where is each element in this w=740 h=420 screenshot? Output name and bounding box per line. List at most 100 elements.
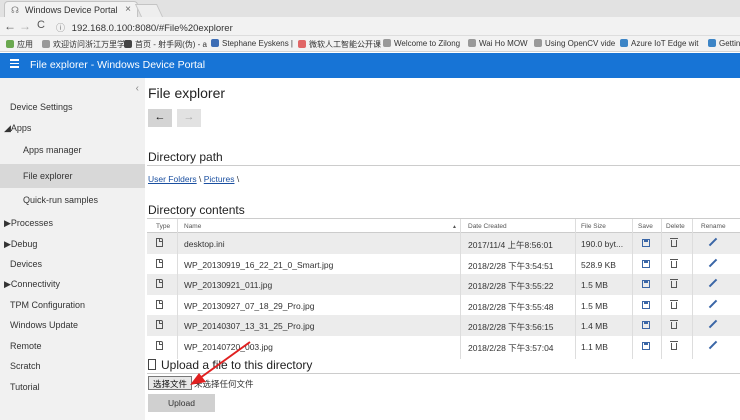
- sidebar-item-scratch[interactable]: Scratch: [0, 356, 145, 378]
- back-icon[interactable]: ←: [3, 19, 17, 33]
- delete-icon[interactable]: [670, 320, 678, 329]
- table-row[interactable]: WP_20140720_003.jpg 2018/2/28 下午3:57:04 1.…: [147, 336, 740, 357]
- save-icon[interactable]: [642, 300, 650, 309]
- address-bar: ← → C ⓘ 192.168.0.100:8080/#File%20explo…: [0, 17, 740, 36]
- page-favicon-icon: ☊: [11, 5, 19, 15]
- breadcrumb-separator: \: [234, 174, 240, 184]
- sidebar-item-processes[interactable]: ▶Processes: [0, 213, 145, 235]
- breadcrumb: User Folders \ Pictures \: [148, 174, 239, 184]
- nav-forward-button[interactable]: →: [177, 109, 201, 127]
- browser-tabstrip: ☊ Windows Device Portal ×: [0, 0, 740, 17]
- rename-pencil-icon[interactable]: [708, 258, 718, 268]
- sidebar-item-apps[interactable]: ◢Apps: [0, 118, 145, 140]
- file-date-created: 2018/2/28 下午3:55:48: [468, 301, 554, 312]
- bookmark-item[interactable]: 微软人工智能公开课: [298, 39, 381, 50]
- table-row[interactable]: desktop.ini 2017/11/4 上午8:56:01 190.0 byt.…: [147, 233, 740, 254]
- bookmark-item[interactable]: 应用: [6, 39, 33, 50]
- file-date-created: 2018/2/28 下午3:56:15: [468, 322, 554, 332]
- file-size: 1.4 MB: [581, 321, 608, 331]
- bookmark-label: Azure IoT Edge wit: [631, 39, 699, 48]
- bookmark-label: 欢迎访问浙江万里学: [53, 40, 125, 49]
- rename-pencil-icon[interactable]: [708, 319, 718, 329]
- file-name[interactable]: WP_20140720_003.jpg: [184, 342, 273, 352]
- sidebar-item-windows-update[interactable]: Windows Update: [0, 315, 145, 337]
- delete-icon[interactable]: [670, 279, 678, 288]
- bookmark-label: Welcome to Zilong: [394, 39, 461, 48]
- sidebar-item-apps-manager[interactable]: Apps manager: [0, 140, 145, 162]
- bookmark-favicon-icon: [620, 39, 628, 47]
- no-file-selected-text: 未选择任何文件: [194, 379, 254, 389]
- delete-icon[interactable]: [670, 238, 678, 247]
- column-header-date-created[interactable]: Date Created: [468, 223, 507, 230]
- sidebar-item-tutorial[interactable]: Tutorial: [0, 377, 145, 399]
- sidebar-item-remote[interactable]: Remote: [0, 336, 145, 358]
- table-row[interactable]: WP_20130927_07_18_29_Pro.jpg 2018/2/28 下午…: [147, 295, 740, 316]
- save-icon[interactable]: [642, 321, 650, 329]
- rename-pencil-icon[interactable]: [708, 237, 718, 247]
- table-row[interactable]: WP_20140307_13_31_25_Pro.jpg 2018/2/28 下午…: [147, 315, 740, 336]
- forward-icon[interactable]: →: [18, 19, 32, 33]
- sidebar-item-debug[interactable]: ▶Debug: [0, 234, 145, 256]
- save-icon[interactable]: [642, 280, 650, 288]
- file-icon: [156, 279, 163, 288]
- bookmark-favicon-icon: [468, 39, 476, 47]
- sidebar: ‹ Device Settings ◢Apps Apps manager Fil…: [0, 78, 145, 420]
- bookmark-label: Stephane Eyskens |: [222, 39, 294, 48]
- column-header-name[interactable]: Name: [184, 223, 201, 230]
- breadcrumb-pictures[interactable]: Pictures: [204, 174, 235, 184]
- table-row[interactable]: WP_20130921_011.jpg 2018/2/28 下午3:55:22 1.…: [147, 274, 740, 295]
- delete-icon[interactable]: [670, 340, 678, 350]
- save-icon[interactable]: [642, 341, 650, 350]
- bookmark-item[interactable]: Welcome to Zilong: [383, 39, 460, 48]
- collapse-sidebar-icon[interactable]: ‹: [136, 83, 139, 94]
- bookmark-item[interactable]: Using OpenCV vide: [534, 39, 615, 48]
- file-size: 1.5 MB: [581, 300, 608, 311]
- file-name[interactable]: WP_20130927_07_18_29_Pro.jpg: [184, 301, 314, 311]
- bookmark-item[interactable]: Getting: [708, 39, 740, 48]
- upload-heading: Upload a file to this directory: [148, 358, 312, 372]
- nav-back-button[interactable]: ←: [148, 109, 172, 127]
- url-input[interactable]: ⓘ 192.168.0.100:8080/#File%20explorer: [52, 19, 736, 34]
- sidebar-item-file-explorer[interactable]: File explorer: [0, 164, 145, 188]
- delete-icon[interactable]: [670, 258, 678, 268]
- file-name[interactable]: WP_20130921_011.jpg: [184, 280, 272, 290]
- sidebar-item-quick-run-samples[interactable]: Quick-run samples: [0, 190, 145, 212]
- choose-file-button[interactable]: 选择文件: [148, 376, 192, 390]
- delete-icon[interactable]: [670, 299, 678, 309]
- bookmark-item[interactable]: 欢迎访问浙江万里学: [42, 39, 125, 50]
- app-title: File explorer - Windows Device Portal: [30, 59, 206, 71]
- file-name[interactable]: WP_20140307_13_31_25_Pro.jpg: [184, 321, 314, 331]
- sidebar-item-devices[interactable]: Devices: [0, 254, 145, 276]
- column-divider: [632, 219, 633, 359]
- rename-pencil-icon[interactable]: [708, 278, 718, 288]
- bookmark-item[interactable]: Stephane Eyskens |: [211, 39, 293, 48]
- upload-button[interactable]: Upload: [148, 394, 215, 412]
- browser-tab[interactable]: ☊ Windows Device Portal ×: [4, 1, 138, 17]
- bookmark-item[interactable]: Wai Ho MOW: [468, 39, 528, 48]
- rename-pencil-icon[interactable]: [708, 299, 718, 309]
- rename-pencil-icon[interactable]: [708, 340, 718, 350]
- tab-close-icon[interactable]: ×: [125, 4, 131, 15]
- sidebar-item-device-settings[interactable]: Device Settings: [0, 97, 145, 119]
- save-icon[interactable]: [642, 239, 650, 247]
- reload-icon[interactable]: C: [34, 19, 48, 31]
- table-row[interactable]: WP_20130919_16_22_21_0_Smart.jpg 2018/2/2…: [147, 254, 740, 275]
- column-divider: [575, 219, 576, 359]
- page-title: File explorer: [148, 85, 226, 101]
- page-info-icon[interactable]: ⓘ: [56, 23, 65, 33]
- sidebar-item-tpm-configuration[interactable]: TPM Configuration: [0, 295, 145, 317]
- new-tab-button[interactable]: [134, 4, 164, 17]
- column-header-file-size[interactable]: File Size: [581, 223, 606, 230]
- breadcrumb-user-folders[interactable]: User Folders: [148, 174, 197, 184]
- file-name[interactable]: WP_20130919_16_22_21_0_Smart.jpg: [184, 260, 333, 270]
- file-name[interactable]: desktop.ini: [184, 239, 225, 249]
- save-icon[interactable]: [642, 259, 650, 268]
- bookmark-item[interactable]: Azure IoT Edge wit: [620, 39, 698, 48]
- column-header-type[interactable]: Type: [156, 223, 170, 230]
- sidebar-item-connectivity[interactable]: ▶Connectivity: [0, 274, 145, 296]
- bookmark-item[interactable]: 首页 - 射手网(伪) - a: [124, 39, 207, 50]
- file-icon: [156, 238, 163, 247]
- column-header-save: Save: [638, 223, 653, 230]
- hamburger-menu-icon[interactable]: [10, 59, 19, 70]
- file-date-created: 2018/2/28 下午3:54:51: [468, 260, 554, 271]
